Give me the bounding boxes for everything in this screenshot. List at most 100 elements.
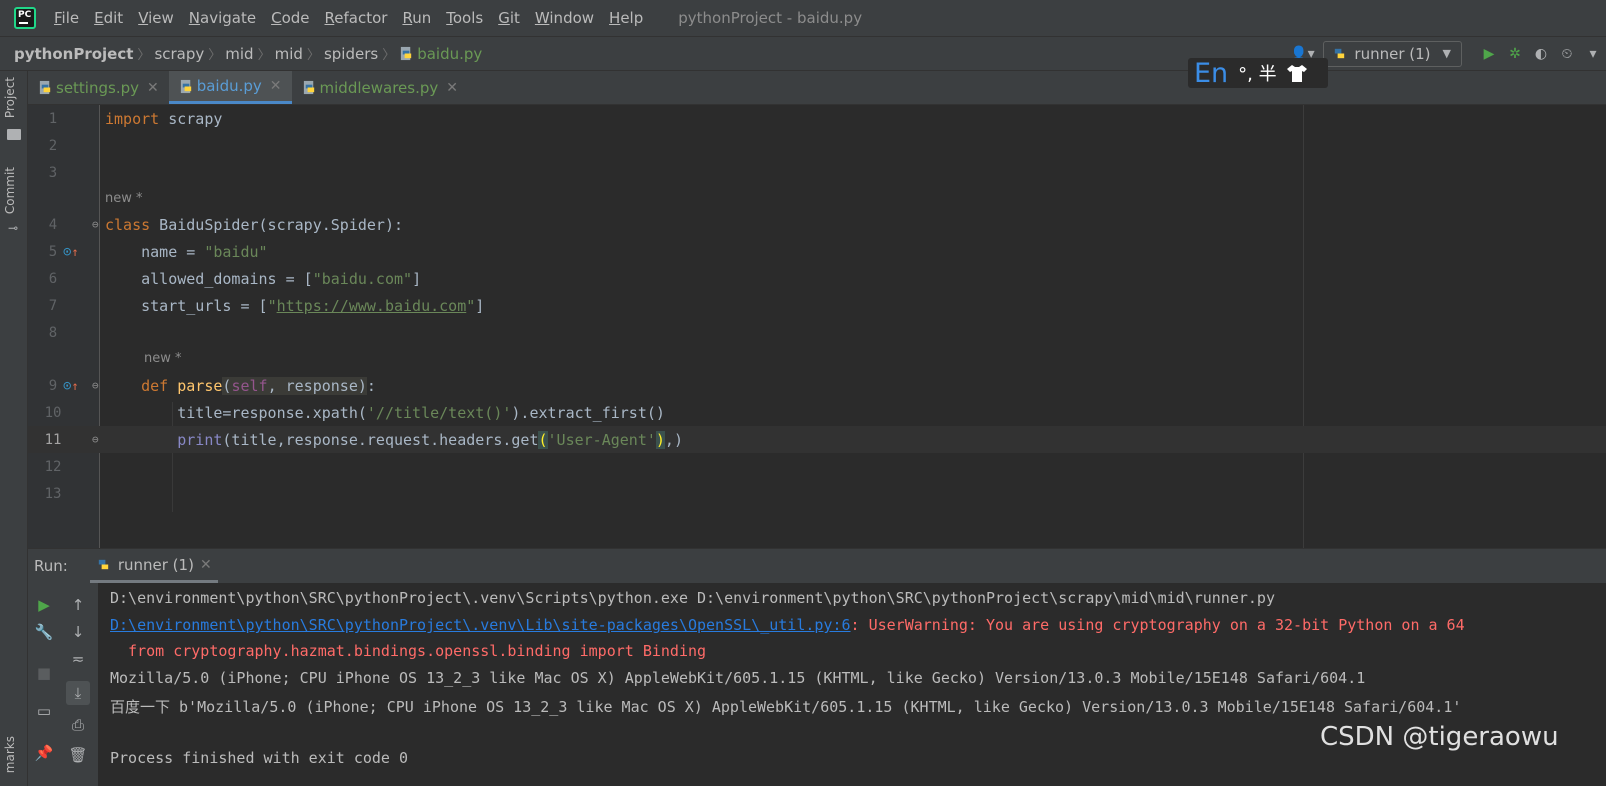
menu-window[interactable]: Window <box>535 9 594 27</box>
debug-icon[interactable]: ✲ <box>1502 41 1528 67</box>
current-code-line: 11 ⊖ print(title,response.request.header… <box>28 426 1606 453</box>
menu-git[interactable]: Git <box>498 9 520 27</box>
run-icon[interactable]: ▶ <box>1476 41 1502 67</box>
console-line: D:\environment\python\SRC\pythonProject\… <box>110 616 1465 634</box>
run-side-toolbar: ▶ ↑ 🔧 ↓ ≂ ■ ⤓ ▭ ⎙ 📌 🗑 <box>28 583 98 786</box>
python-file-icon <box>180 79 191 93</box>
wrench-icon[interactable]: 🔧 <box>32 620 56 644</box>
arrow-up-icon[interactable]: ↑ <box>66 593 90 617</box>
breadcrumb-separator-icon: 〉 <box>382 48 396 63</box>
profile-icon[interactable]: ⏲ <box>1554 41 1580 67</box>
chevron-down-icon: ▼ <box>1442 47 1451 60</box>
breadcrumb-mid[interactable]: mid <box>225 45 253 63</box>
url-link[interactable]: https://www.baidu.com <box>277 297 467 315</box>
code-line: 2 <box>48 137 58 154</box>
tab-middlewares-py[interactable]: middlewares.py ✕ <box>292 71 468 104</box>
fold-icon[interactable]: ⊖ <box>92 433 99 446</box>
console-output[interactable]: D:\environment\python\SRC\pythonProject\… <box>110 583 1606 786</box>
code-line: 7 start_urls = ["https://www.baidu.com"] <box>48 296 485 315</box>
ime-indicator: En °, 半 <box>1188 58 1328 89</box>
menu-bar: PC File Edit View Navigate Code Refactor… <box>0 0 1606 36</box>
menu-view[interactable]: View <box>138 9 174 27</box>
menu-edit[interactable]: Edit <box>94 9 123 27</box>
layout-icon[interactable]: ▭ <box>32 699 56 723</box>
code-line: 12 <box>44 458 62 475</box>
pin-icon[interactable]: 📌 <box>32 741 56 765</box>
override-icon[interactable]: ⊙↑ <box>63 378 79 394</box>
breadcrumb-separator-icon: 〉 <box>208 48 222 63</box>
soft-wrap-icon[interactable]: ≂ <box>66 647 90 671</box>
window-title: pythonProject - baidu.py <box>678 9 863 27</box>
coverage-icon[interactable]: ◐ <box>1528 41 1554 67</box>
tab-baidu-py[interactable]: baidu.py ✕ <box>168 71 292 104</box>
watermark: CSDN @tigeraowu <box>1320 722 1559 752</box>
run-toolbar-top: 👤▾ runner (1) ▼ ▶ ✲ ◐ ⏲ ▾ <box>1289 37 1606 70</box>
commit-icon[interactable]: ⊸ <box>8 221 18 235</box>
breadcrumb-scrapy[interactable]: scrapy <box>154 45 204 63</box>
breadcrumb: pythonProject 〉 scrapy 〉 mid 〉 mid 〉 spi… <box>14 44 482 64</box>
console-line: D:\environment\python\SRC\pythonProject\… <box>110 589 1275 607</box>
close-icon[interactable]: ✕ <box>200 557 212 573</box>
breadcrumb-separator-icon: 〉 <box>137 48 151 63</box>
breadcrumb-separator-icon: 〉 <box>306 48 320 63</box>
menu-tools[interactable]: Tools <box>446 9 483 27</box>
arrow-down-icon[interactable]: ↓ <box>66 620 90 644</box>
source-file-link[interactable]: D:\environment\python\SRC\pythonProject\… <box>110 616 851 634</box>
code-vision-hint[interactable]: new * <box>144 351 182 366</box>
fold-icon[interactable]: ⊖ <box>92 379 99 392</box>
close-icon[interactable]: ✕ <box>446 80 458 96</box>
code-line: 9 ⊙↑ ⊖ def parse(self, response): <box>48 376 376 395</box>
run-header: Run: runner (1) ✕ <box>28 549 1606 583</box>
trash-icon[interactable]: 🗑 <box>66 743 90 767</box>
bookmarks-tool-tab[interactable]: marks <box>3 736 17 773</box>
python-file-icon <box>303 80 314 95</box>
close-icon[interactable]: ✕ <box>270 78 282 94</box>
breadcrumb-project[interactable]: pythonProject <box>14 45 133 63</box>
breadcrumb-spiders[interactable]: spiders <box>324 45 378 63</box>
close-icon[interactable]: ✕ <box>147 80 159 96</box>
shirt-icon <box>1286 65 1307 82</box>
fold-icon[interactable]: ⊖ <box>92 218 99 231</box>
code-line: 10 title=response.xpath('//title/text()'… <box>44 403 665 422</box>
more-options-icon[interactable]: ▾ <box>1580 41 1606 67</box>
tab-settings-py[interactable]: settings.py ✕ <box>28 71 169 104</box>
code-line: 8 <box>48 324 58 341</box>
menu-code[interactable]: Code <box>271 9 309 27</box>
console-line: 百度一下 b'Mozilla/5.0 (iPhone; CPU iPhone O… <box>110 698 1462 716</box>
menu-refactor[interactable]: Refactor <box>325 9 388 27</box>
breadcrumb-file[interactable]: baidu.py <box>399 45 482 63</box>
menu-help[interactable]: Help <box>609 9 643 27</box>
code-vision-hint[interactable]: new * <box>105 191 143 206</box>
python-icon <box>1335 48 1345 59</box>
console-line: Mozilla/5.0 (iPhone; CPU iPhone OS 13_2_… <box>110 669 1366 687</box>
commit-tool-tab[interactable]: Commit <box>3 167 17 214</box>
python-file-icon <box>401 46 412 61</box>
code-line: 6 allowed_domains = ["baidu.com"] <box>48 269 422 288</box>
breadcrumb-separator-icon: 〉 <box>257 48 271 63</box>
editor-tabs: settings.py ✕ baidu.py ✕ middlewares.py … <box>28 71 1606 105</box>
rerun-icon[interactable]: ▶ <box>32 593 56 617</box>
console-line: from cryptography.hazmat.bindings.openss… <box>110 642 707 660</box>
python-icon <box>98 559 109 570</box>
run-configuration-select[interactable]: runner (1) ▼ <box>1323 40 1462 67</box>
scroll-to-end-icon[interactable]: ⤓ <box>66 681 90 705</box>
print-icon[interactable]: ⎙ <box>66 713 90 737</box>
override-icon[interactable]: ⊙↑ <box>63 244 79 260</box>
menu-file[interactable]: File <box>54 9 79 27</box>
code-line: 1 import scrapy <box>48 109 223 128</box>
code-line: 13 <box>44 485 62 502</box>
folder-icon[interactable] <box>7 129 21 140</box>
console-line: Process finished with exit code 0 <box>110 749 409 767</box>
breadcrumb-mid-inner[interactable]: mid <box>275 45 303 63</box>
code-line: 3 <box>48 164 58 181</box>
code-editor[interactable]: 1 import scrapy 2 3 new * 4 ⊖ class Baid… <box>28 105 1606 562</box>
menu-run[interactable]: Run <box>402 9 431 27</box>
pycharm-logo-icon[interactable]: PC <box>14 7 36 29</box>
menu-navigate[interactable]: Navigate <box>189 9 256 27</box>
left-tool-strip: Project Commit ⊸ marks <box>0 71 28 786</box>
project-tool-tab[interactable]: Project <box>3 77 17 118</box>
stop-icon[interactable]: ■ <box>32 661 56 685</box>
python-file-icon <box>39 80 51 95</box>
navigation-bar: pythonProject 〉 scrapy 〉 mid 〉 mid 〉 spi… <box>0 36 1606 71</box>
run-tab-runner[interactable]: runner (1) ✕ <box>89 549 218 583</box>
